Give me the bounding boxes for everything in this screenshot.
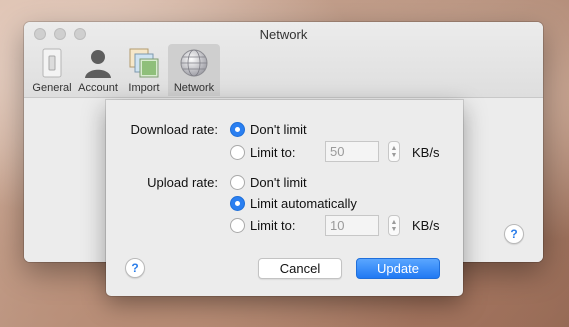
network-settings-sheet: Download rate: Don't limit Limit to: 50 …	[106, 100, 463, 296]
preferences-toolbar: General Account Import Network	[30, 44, 222, 96]
download-limit-field[interactable]: 50	[325, 141, 379, 162]
download-limit-stepper[interactable]: ▲ ▼	[388, 141, 400, 162]
person-icon	[82, 47, 114, 79]
globe-icon	[178, 47, 210, 79]
question-mark-icon: ?	[510, 227, 518, 241]
stepper-down-icon[interactable]: ▼	[391, 226, 398, 233]
upload-limit-auto-radio[interactable]: Limit automatically	[230, 196, 357, 211]
sheet-help-button[interactable]: ?	[125, 258, 145, 278]
tab-account-label: Account	[78, 82, 118, 94]
upload-limit-to-label: Limit to:	[250, 218, 296, 233]
upload-unit-label: KB/s	[412, 218, 440, 233]
upload-dont-limit-radio[interactable]: Don't limit	[230, 175, 307, 190]
upload-rate-label: Upload rate:	[147, 175, 218, 190]
cancel-button[interactable]: Cancel	[258, 258, 342, 279]
upload-limit-auto-label: Limit automatically	[250, 196, 357, 211]
download-rate-label: Download rate:	[130, 122, 218, 137]
stepper-up-icon[interactable]: ▲	[391, 219, 398, 226]
upload-limit-to-radio[interactable]: Limit to:	[230, 218, 296, 233]
tab-import-label: Import	[128, 82, 160, 94]
upload-dont-limit-label: Don't limit	[250, 175, 307, 190]
tab-import[interactable]: Import	[122, 44, 166, 96]
titlebar: Network General Account Import Network	[24, 22, 543, 98]
update-button[interactable]: Update	[356, 258, 440, 279]
tab-network-label: Network	[173, 82, 215, 94]
window-help-button[interactable]: ?	[504, 224, 524, 244]
tab-general-label: General	[32, 82, 72, 94]
tab-general[interactable]: General	[30, 44, 74, 96]
tab-account[interactable]: Account	[76, 44, 120, 96]
download-unit-label: KB/s	[412, 145, 440, 160]
photos-icon	[128, 47, 160, 79]
radio-unselected-icon[interactable]	[230, 175, 245, 190]
radio-unselected-icon[interactable]	[230, 218, 245, 233]
download-dont-limit-label: Don't limit	[250, 122, 307, 137]
stepper-down-icon[interactable]: ▼	[391, 152, 398, 159]
radio-selected-icon[interactable]	[230, 122, 245, 137]
question-mark-icon: ?	[131, 261, 139, 275]
tab-network[interactable]: Network	[168, 44, 220, 96]
upload-limit-field[interactable]: 10	[325, 215, 379, 236]
download-limit-to-label: Limit to:	[250, 145, 296, 160]
radio-unselected-icon[interactable]	[230, 145, 245, 160]
stepper-up-icon[interactable]: ▲	[391, 145, 398, 152]
switch-icon	[36, 47, 68, 79]
download-limit-to-radio[interactable]: Limit to:	[230, 145, 296, 160]
download-dont-limit-radio[interactable]: Don't limit	[230, 122, 307, 137]
window-title: Network	[259, 27, 308, 42]
upload-limit-stepper[interactable]: ▲ ▼	[388, 215, 400, 236]
radio-selected-icon[interactable]	[230, 196, 245, 211]
